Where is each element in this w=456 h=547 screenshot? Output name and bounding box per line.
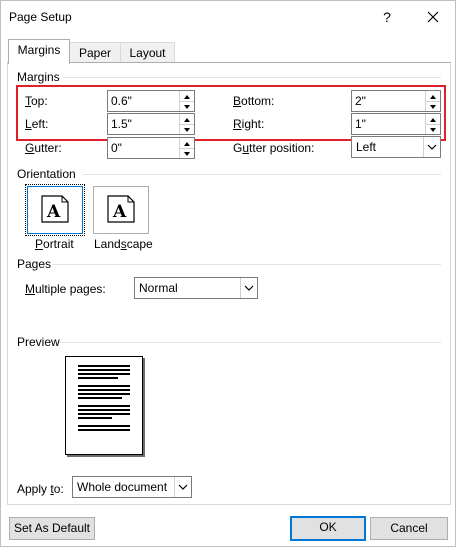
- gutter-value: 0": [111, 141, 122, 155]
- apply-to-value: Whole document: [77, 480, 168, 494]
- tab-paper-label: Paper: [78, 46, 112, 60]
- svg-text:A: A: [112, 202, 127, 222]
- orientation-divider: [83, 174, 441, 175]
- close-icon: [427, 11, 439, 23]
- close-button[interactable]: [413, 3, 453, 31]
- chevron-down-icon: [244, 285, 254, 291]
- set-as-default-button[interactable]: Set As Default: [9, 517, 95, 540]
- svg-text:A: A: [46, 202, 61, 222]
- preview-text-line: [78, 389, 130, 391]
- portrait-label: Portrait: [35, 237, 74, 251]
- preview-text-line: [78, 409, 130, 411]
- gutter-spin-down[interactable]: [180, 148, 194, 158]
- spin-down-icon: [184, 152, 190, 156]
- gutter-label: Gutter:: [25, 141, 62, 155]
- apply-to-label: Apply to:: [17, 482, 64, 496]
- preview-text-line: [78, 385, 130, 387]
- set-as-default-label: Set As Default: [13, 521, 91, 535]
- orientation-section-label: Orientation: [17, 167, 76, 181]
- gutter-position-label: Gutter position:: [233, 141, 315, 155]
- gutter-position-select[interactable]: Left: [351, 136, 441, 158]
- preview-text-line: [78, 365, 130, 367]
- multiple-pages-select[interactable]: Normal: [134, 277, 258, 299]
- page-preview: [65, 356, 143, 455]
- cancel-button[interactable]: Cancel: [370, 517, 448, 540]
- preview-section-label: Preview: [17, 335, 60, 349]
- gutter-position-value: Left: [356, 140, 377, 154]
- preview-text-line: [78, 429, 130, 431]
- preview-text-line: [78, 377, 118, 379]
- pages-divider: [53, 264, 441, 265]
- margins-section-label: Margins: [17, 70, 60, 84]
- preview-text-line: [78, 413, 130, 415]
- page-setup-dialog: Page Setup ? Margins Paper Layout Margin…: [0, 0, 456, 547]
- chevron-down-icon: [178, 484, 188, 490]
- multiple-pages-value: Normal: [139, 281, 178, 295]
- title-bar: Page Setup ?: [1, 1, 456, 33]
- tab-layout[interactable]: Layout: [120, 42, 175, 63]
- landscape-page-icon: A: [107, 195, 135, 223]
- ok-button[interactable]: OK: [290, 516, 366, 541]
- margins-highlight-box: [16, 85, 446, 141]
- tab-margins[interactable]: Margins: [8, 39, 70, 64]
- ok-label: OK: [319, 520, 337, 534]
- gutter-spinner[interactable]: 0": [107, 137, 195, 159]
- preview-divider: [59, 342, 441, 343]
- cancel-label: Cancel: [390, 521, 428, 535]
- portrait-page-icon: A: [41, 195, 69, 223]
- margins-divider: [63, 77, 441, 78]
- portrait-option[interactable]: A: [25, 184, 85, 236]
- window-title: Page Setup: [9, 10, 72, 24]
- apply-to-select[interactable]: Whole document: [72, 476, 192, 498]
- preview-text-line: [78, 405, 130, 407]
- preview-text-line: [78, 393, 130, 395]
- tab-margins-label: Margins: [17, 43, 61, 57]
- help-icon: ?: [383, 9, 391, 25]
- preview-text-line: [78, 425, 130, 427]
- help-button[interactable]: ?: [371, 3, 403, 31]
- preview-text-line: [78, 397, 122, 399]
- preview-text-line: [78, 369, 130, 371]
- landscape-label: Landscape: [94, 237, 153, 251]
- landscape-option[interactable]: A: [93, 186, 149, 234]
- chevron-down-icon: [427, 144, 437, 150]
- pages-section-label: Pages: [17, 257, 52, 271]
- tab-paper[interactable]: Paper: [68, 42, 122, 63]
- preview-text-line: [78, 373, 130, 375]
- multiple-pages-label: Multiple pages:: [25, 282, 106, 296]
- tab-layout-label: Layout: [129, 46, 166, 60]
- preview-text-line: [78, 417, 112, 419]
